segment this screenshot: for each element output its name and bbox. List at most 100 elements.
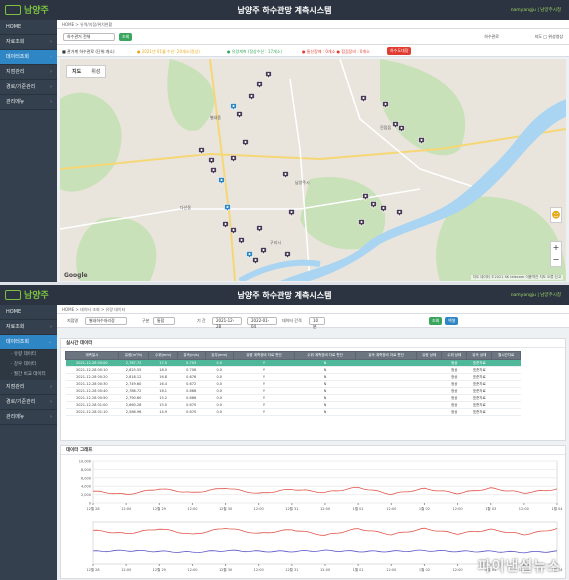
sidebar-item-admin-menu[interactable]: 관리메뉴 › — [0, 95, 57, 110]
pegman-icon[interactable]: ☻ — [550, 207, 562, 223]
monitoring-point-marker[interactable] — [418, 137, 425, 145]
sidebar-subitem-rain[interactable]: · 강우 데이터 — [0, 360, 57, 370]
table-cell: 0.0 — [205, 373, 234, 381]
sidebar-item-point-management[interactable]: 지점관리 › — [0, 380, 57, 395]
monitoring-point-marker[interactable] — [398, 125, 405, 133]
monitoring-point-marker[interactable] — [358, 219, 365, 227]
monitoring-point-marker[interactable] — [230, 227, 237, 235]
date-to-input[interactable]: 2022-01-04 — [247, 317, 277, 329]
monitoring-point-marker[interactable] — [284, 251, 291, 259]
monitoring-point-marker[interactable] — [248, 93, 255, 101]
interval-label: 데이터 간격 — [282, 318, 302, 323]
monitoring-point-marker[interactable] — [380, 205, 387, 213]
sidebar-item-data-search[interactable]: 자료조회 › — [0, 35, 57, 50]
map-attribution[interactable]: 지도 데이터 ©2021 SK telecom 이용약관 지도 오류 신고 — [470, 275, 563, 280]
map-type-checkbox[interactable]: 지도 □ 위성영상 — [535, 34, 563, 40]
user-info[interactable]: namyangju | 남양주시청 — [511, 7, 561, 13]
sidebar-item-data-view[interactable]: 데이터조회 ⌄ — [0, 335, 57, 350]
x-tick-label: 12:00 — [254, 568, 264, 572]
monitoring-point-marker[interactable] — [252, 257, 259, 265]
monitoring-point-marker[interactable] — [288, 209, 295, 217]
sidebar-item-point-management[interactable]: 지점관리 › — [0, 65, 57, 80]
sidebar-item-route-management[interactable]: 경로/기준관리 › — [0, 80, 57, 95]
table-cell: N — [294, 387, 356, 395]
type-label: 구분 — [142, 318, 150, 323]
interval-select[interactable]: 10분 — [309, 317, 325, 329]
table-title: 실시간 데이터 — [61, 339, 565, 348]
monitoring-point-marker[interactable] — [256, 225, 263, 233]
sidebar-item-data-view[interactable]: 데이터조회 › — [0, 50, 57, 65]
monitoring-point-marker[interactable] — [370, 201, 377, 209]
x-tick-label: 1월 02 — [419, 506, 430, 511]
monitoring-point-marker[interactable] — [208, 157, 215, 165]
sidebar-item-data-search[interactable]: 자료조회 › — [0, 320, 57, 335]
monitoring-point-marker[interactable] — [230, 155, 237, 163]
point-select[interactable]: 별내하수처리장 — [85, 317, 127, 325]
x-tick-label: 12월 31 — [285, 506, 298, 511]
user-info[interactable]: namyangju | 남양주시청 — [511, 292, 561, 298]
sidebar-item-admin-menu[interactable]: 관리메뉴 › — [0, 410, 57, 425]
monitoring-point-marker[interactable] — [265, 71, 272, 79]
table-row[interactable]: 2021-12-28 01:10 2,586.96 14.9 0.670 0.0 Y N 정상… — [65, 408, 521, 416]
flow-content: HOME > 데이터 조회 > 유량 데이터 지점명 별내하수처리장 구분 통합… — [57, 305, 569, 580]
monitoring-point-marker[interactable] — [260, 247, 267, 255]
table-row[interactable]: 2021-12-28 00:00 2,767.72 17.5 0.703 0.0 Y N 정상… — [65, 359, 521, 367]
date-from-input[interactable]: 2021-12-28 — [212, 317, 242, 329]
zoom-out-icon[interactable]: − — [551, 254, 561, 266]
tab-map[interactable]: 지도 — [67, 66, 86, 77]
table-cell — [491, 380, 521, 388]
table-cell: N — [294, 366, 356, 374]
monitoring-point-marker[interactable] — [238, 237, 245, 245]
tab-satellite[interactable]: 위성 — [86, 66, 105, 77]
map-view[interactable]: 별내동 남양주시 다산동 진접읍 구리시 지도 위성 ☻ + − Google … — [60, 59, 566, 281]
table-cell: Y — [233, 359, 295, 367]
sewer-select[interactable]: 하수관거 전체 — [63, 33, 115, 41]
table-cell: 0.0 — [205, 387, 234, 395]
sewer-ledger-button[interactable]: 하수도대장 — [387, 47, 412, 55]
search-button[interactable]: 조회 — [119, 33, 133, 41]
flow-data-screen: 남양주 남양주 하수관망 계측시스템 namyangju | 남양주시청 HOM… — [0, 285, 569, 580]
monitoring-point-marker[interactable] — [382, 101, 389, 109]
table-cell: 14.9 — [148, 408, 178, 416]
table-header-cell: 강우(mm) — [204, 351, 234, 360]
table-cell: 2,818.12 — [118, 373, 149, 381]
table-row[interactable]: 2021-12-28 00:10 2,825.55 18.0 0.708 0.0 Y N 정상… — [65, 366, 521, 374]
sidebar-subitem-monthly[interactable]: · 월간 비교 데이터 — [0, 370, 57, 380]
sidebar-item-home[interactable]: HOME — [0, 305, 57, 320]
zoom-in-icon[interactable]: + — [551, 242, 561, 254]
query-bar: 지점명 별내하수처리장 구분 통합 기 간 2021-12-28 2022-01… — [57, 314, 569, 329]
monitoring-point-marker[interactable] — [236, 111, 243, 119]
table-cell: 2,786.72 — [118, 387, 149, 395]
monitoring-point-marker[interactable] — [218, 177, 225, 185]
table-cell — [491, 387, 521, 395]
table-cell: 정상 — [441, 373, 467, 381]
sidebar-item-route-management[interactable]: 경로/기준관리 › — [0, 395, 57, 410]
table-cell — [416, 366, 442, 374]
table-row[interactable]: 2021-12-28 00:50 2,790.60 15.2 0.666 0.0 Y N 정상… — [65, 394, 521, 402]
monitoring-point-marker[interactable] — [222, 221, 229, 229]
sidebar-item-home[interactable]: HOME — [0, 20, 57, 35]
type-select[interactable]: 통합 — [153, 317, 175, 325]
table-row[interactable]: 2021-12-28 00:20 2,818.12 16.8 0.676 0.0 Y N 정상… — [65, 373, 521, 381]
monitoring-point-marker[interactable] — [362, 193, 369, 201]
monitoring-point-marker[interactable] — [360, 95, 367, 103]
excel-button[interactable]: 엑셀 — [445, 317, 459, 325]
table-cell — [355, 366, 417, 374]
monitoring-point-marker[interactable] — [256, 81, 263, 89]
monitoring-point-marker[interactable] — [282, 171, 289, 179]
search-button[interactable]: 조회 — [429, 317, 443, 325]
monitoring-point-marker[interactable] — [230, 103, 237, 111]
monitoring-point-marker[interactable] — [396, 209, 403, 217]
table-row[interactable]: 2021-12-28 00:30 2,749.60 16.4 0.672 0.0 Y N 정상… — [65, 380, 521, 388]
monitoring-point-marker[interactable] — [210, 167, 217, 175]
top-header: 남양주 남양주 하수관망 계측시스템 namyangju | 남양주시청 — [0, 0, 569, 20]
monitoring-point-marker[interactable] — [224, 204, 231, 212]
monitoring-point-marker[interactable] — [198, 147, 205, 155]
table-header-cell: 수위(mm) — [148, 351, 178, 360]
monitoring-point-marker[interactable] — [242, 139, 249, 147]
table-cell: N — [294, 373, 356, 381]
table-row[interactable]: 2021-12-28 00:40 2,786.72 16.1 0.668 0.0 Y N 정상… — [65, 387, 521, 395]
app-title: 남양주 하수관망 계측시스템 — [237, 291, 332, 300]
table-row[interactable]: 2021-12-28 01:00 2,660.28 15.0 0.670 0.0 Y N 정상… — [65, 401, 521, 409]
sidebar-subitem-flow[interactable]: · 유량 데이터 — [0, 350, 57, 360]
